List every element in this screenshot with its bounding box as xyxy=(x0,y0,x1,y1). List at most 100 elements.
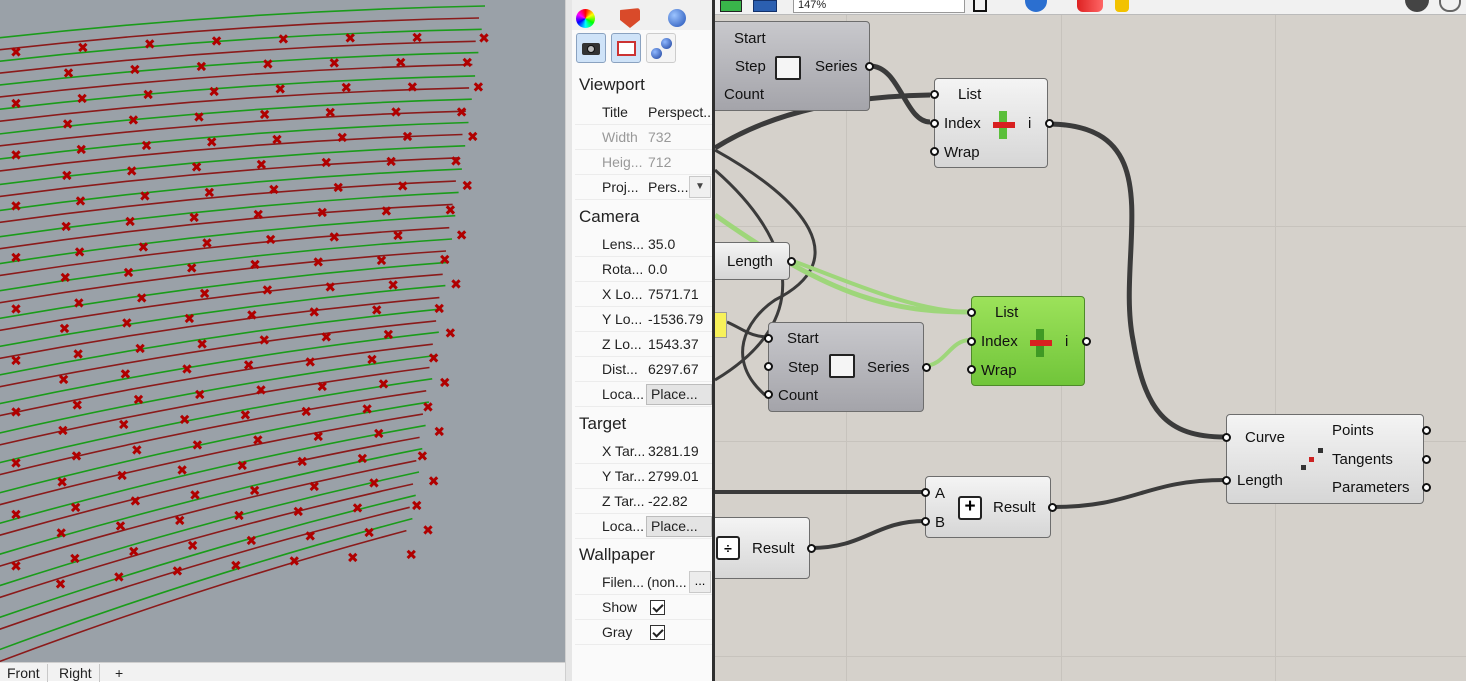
tab-right[interactable]: Right xyxy=(52,664,100,682)
division-component[interactable]: ÷ Result xyxy=(715,517,816,579)
width-value: 732 xyxy=(648,129,672,145)
point-marker: ✖ xyxy=(340,81,352,97)
divide-length-component[interactable]: Curve Length Points Tangents Parameters xyxy=(1222,414,1431,504)
y-target-value[interactable]: 2799.01 xyxy=(648,468,699,484)
color-wheel-icon[interactable] xyxy=(576,9,595,28)
target-place-button[interactable]: Place... xyxy=(646,516,712,537)
point-marker: ✖ xyxy=(265,233,277,249)
point-marker: ✖ xyxy=(308,479,320,495)
length-input-port[interactable] xyxy=(1222,476,1231,485)
point-marker: ✖ xyxy=(271,132,283,148)
browse-button[interactable]: ... xyxy=(689,571,711,593)
camera-icon[interactable] xyxy=(576,33,606,63)
series-component-2[interactable]: Start Step Count Series xyxy=(764,322,931,412)
addition-component[interactable]: A B + Result xyxy=(921,476,1057,538)
tab-front[interactable]: Front xyxy=(0,664,48,682)
y-location-value[interactable]: -1536.79 xyxy=(648,311,703,327)
properties-toolbar xyxy=(572,31,713,67)
point-marker: ✖ xyxy=(249,483,261,499)
list-input-port[interactable] xyxy=(930,90,939,99)
point-marker: ✖ xyxy=(450,154,462,170)
point-marker: ✖ xyxy=(129,62,141,78)
z-location-value[interactable]: 1543.37 xyxy=(648,336,699,352)
count-input-port[interactable] xyxy=(764,390,773,399)
point-marker: ✖ xyxy=(58,373,70,389)
index-input-port[interactable] xyxy=(930,119,939,128)
b-input-port[interactable] xyxy=(921,517,930,526)
material-sphere-icon[interactable] xyxy=(668,9,686,27)
wrap-input-port[interactable] xyxy=(930,147,939,156)
point-marker: ✖ xyxy=(75,143,87,159)
result-output-port[interactable] xyxy=(1048,503,1057,512)
tangents-output-port[interactable] xyxy=(1422,455,1431,464)
a-input-port[interactable] xyxy=(921,488,930,497)
projection-select[interactable]: Pers... xyxy=(648,179,688,195)
x-location-value[interactable]: 7571.71 xyxy=(648,286,699,302)
panel-fragment[interactable] xyxy=(715,312,727,338)
show-checkbox[interactable] xyxy=(650,600,665,615)
point-marker: ✖ xyxy=(371,303,383,319)
point-marker: ✖ xyxy=(184,312,196,328)
series-component-1[interactable]: Start Step Count Series xyxy=(715,21,874,111)
point-marker: ✖ xyxy=(188,211,200,227)
list-item-component-2[interactable]: List Index Wrap i xyxy=(967,296,1091,386)
length-param[interactable]: Length xyxy=(715,242,796,280)
point-marker: ✖ xyxy=(174,513,186,529)
camera-place-button[interactable]: Place... xyxy=(646,384,712,405)
point-marker: ✖ xyxy=(473,80,485,96)
point-marker: ✖ xyxy=(304,355,316,371)
step-input-port[interactable] xyxy=(764,362,773,371)
red-curve xyxy=(0,17,480,51)
item-output-port[interactable] xyxy=(1082,337,1091,346)
series-output-port[interactable] xyxy=(922,363,931,372)
rhino-viewport[interactable]: ✖ ✖ ✖ ✖ ✖ ✖ ✖ ✖ ✖ ✖ ✖ ✖ ✖ ✖ ✖ ✖ ✖ ✖ ✖ ✖ ✖ ✖ ✖ ✖ ✖ ✖ ✖ ✖ ✖ ✖ ✖ ✖ ✖ ✖ ✖ ✖ ✖ ✖ ✖ ✖… xyxy=(0,0,565,662)
point-marker: ✖ xyxy=(445,203,457,219)
index-input-port[interactable] xyxy=(967,337,976,346)
wrap-input-port[interactable] xyxy=(967,365,976,374)
list-input-port[interactable] xyxy=(967,308,976,317)
point-marker: ✖ xyxy=(450,277,462,293)
z-target-value[interactable]: -22.82 xyxy=(648,493,688,509)
length-output-port[interactable] xyxy=(787,257,796,266)
row-x-location: X Lo... 7571.71 xyxy=(575,282,713,307)
point-marker: ✖ xyxy=(422,523,434,539)
gray-checkbox[interactable] xyxy=(650,625,665,640)
series-icon xyxy=(775,56,801,80)
point-marker: ✖ xyxy=(187,539,199,555)
result-output-port[interactable] xyxy=(807,544,816,553)
parameters-output-port[interactable] xyxy=(1422,483,1431,492)
panel-splitter[interactable] xyxy=(565,0,572,681)
point-marker: ✖ xyxy=(262,283,274,299)
point-marker: ✖ xyxy=(186,261,198,277)
point-marker: ✖ xyxy=(134,342,146,358)
point-marker: ✖ xyxy=(352,501,364,517)
rotation-value[interactable]: 0.0 xyxy=(648,261,667,277)
section-viewport: Viewport xyxy=(579,75,645,94)
sun-icon[interactable] xyxy=(646,33,676,63)
distance-value[interactable]: 6297.67 xyxy=(648,361,699,377)
point-marker: ✖ xyxy=(194,387,206,403)
plus-icon: + xyxy=(958,496,982,520)
point-marker: ✖ xyxy=(72,347,84,363)
grasshopper-canvas[interactable]: 147% Start Step Count Series List Index … xyxy=(715,0,1466,681)
point-marker: ✖ xyxy=(411,498,423,514)
point-marker: ✖ xyxy=(201,236,213,252)
add-tab-button[interactable]: + xyxy=(108,664,130,682)
filename-value[interactable]: (non... xyxy=(647,574,687,590)
point-marker: ✖ xyxy=(320,330,332,346)
chevron-down-icon[interactable]: ▼ xyxy=(689,176,711,198)
points-output-port[interactable] xyxy=(1422,426,1431,435)
point-marker: ✖ xyxy=(113,570,125,586)
x-target-value[interactable]: 3281.19 xyxy=(648,443,699,459)
frame-icon[interactable] xyxy=(611,33,641,63)
shield-icon[interactable] xyxy=(620,8,640,28)
item-output-port[interactable] xyxy=(1045,119,1054,128)
title-value[interactable]: Perspect... xyxy=(648,104,713,120)
series-output-port[interactable] xyxy=(865,62,874,71)
lens-value[interactable]: 35.0 xyxy=(648,236,675,252)
start-input-port[interactable] xyxy=(764,334,773,343)
point-marker: ✖ xyxy=(292,504,304,520)
list-item-component-1[interactable]: List Index Wrap i xyxy=(930,78,1054,168)
point-marker: ✖ xyxy=(10,353,22,369)
curve-input-port[interactable] xyxy=(1222,433,1231,442)
